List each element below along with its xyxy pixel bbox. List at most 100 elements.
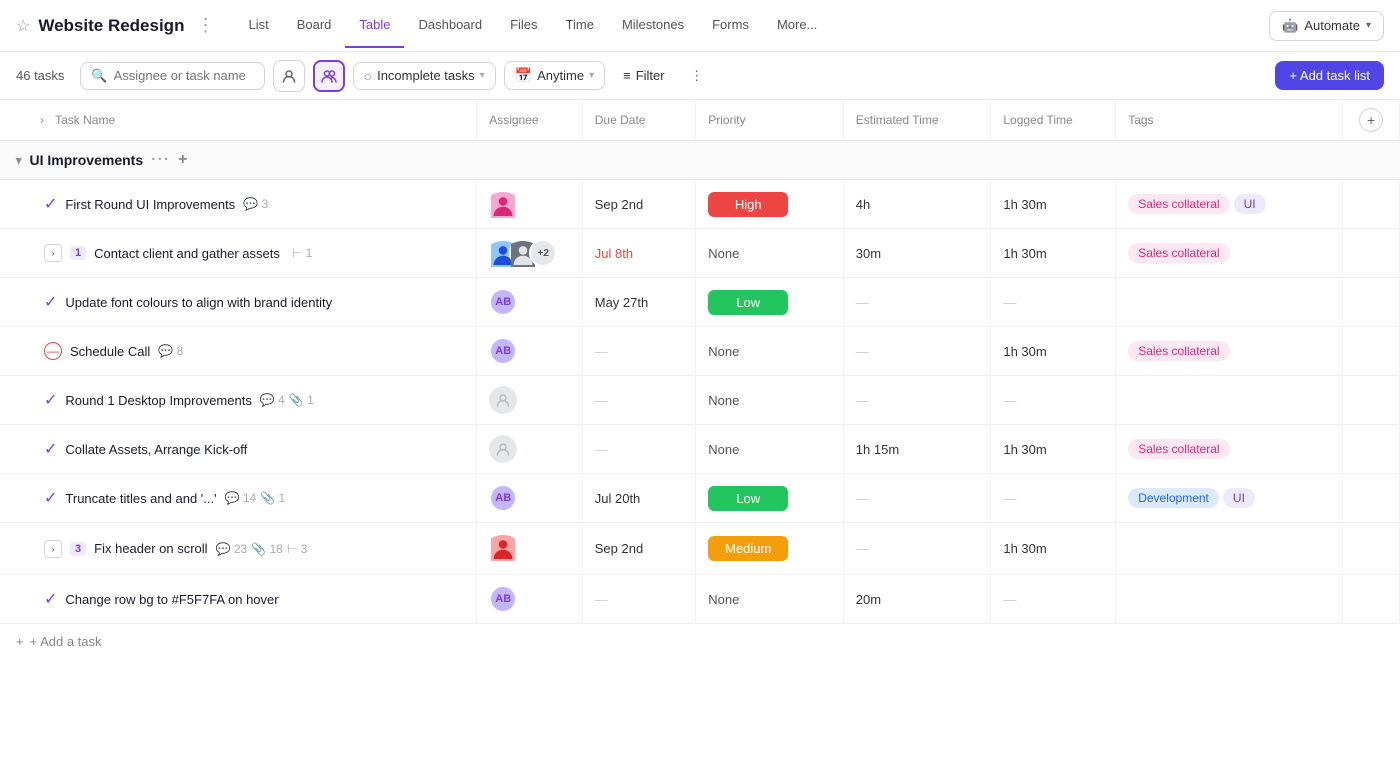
add-column-button[interactable]: + <box>1359 108 1383 132</box>
tags-cell: Sales collateral <box>1116 229 1343 278</box>
logged-time: 1h 30m <box>1003 541 1046 556</box>
col-header-assignee: Assignee <box>477 100 583 141</box>
col-header-tags: Tags <box>1116 100 1343 141</box>
tag: Sales collateral <box>1128 439 1229 459</box>
due-date-cell: — <box>582 575 696 624</box>
logged-time: 1h 30m <box>1003 197 1046 212</box>
tags-cell <box>1116 523 1343 575</box>
table-row: ✓ Round 1 Desktop Improvements 💬 4 📎 1 —… <box>0 376 1400 425</box>
task-name: Contact client and gather assets <box>94 246 280 261</box>
tab-forms[interactable]: Forms <box>698 3 763 48</box>
task-status-icon[interactable]: ✓ <box>44 488 57 508</box>
project-title: Website Redesign <box>38 16 184 36</box>
estimated-time-dash: — <box>856 295 869 310</box>
group-chevron-icon[interactable]: ▾ <box>16 154 22 167</box>
star-icon[interactable]: ☆ <box>16 16 30 36</box>
chevron-down-icon: ▾ <box>1366 20 1371 31</box>
priority-cell: None <box>696 229 844 278</box>
estimated-time-dash: — <box>856 344 869 359</box>
tag: Sales collateral <box>1128 341 1229 361</box>
priority-badge: Low <box>708 486 788 511</box>
comment-icon: 💬 4 <box>260 393 285 407</box>
task-status-icon[interactable]: ✓ <box>44 292 57 312</box>
tab-dashboard[interactable]: Dashboard <box>404 3 496 48</box>
automate-label: Automate <box>1304 18 1360 33</box>
search-box[interactable]: 🔍 <box>80 62 264 90</box>
column-header-row: › Task Name Assignee Due Date Priority E… <box>0 100 1400 141</box>
search-input[interactable] <box>114 68 254 83</box>
group-more-icon[interactable]: ··· <box>151 151 170 169</box>
due-date-dash: — <box>595 344 608 359</box>
task-name: Fix header on scroll <box>94 541 207 556</box>
est-time-cell: — <box>843 278 991 327</box>
task-name-cell: › 3 Fix header on scroll 💬 23 📎 18 ⊢ 3 <box>0 523 477 575</box>
filter-button[interactable]: ≡ Filter <box>613 63 674 88</box>
incomplete-tasks-filter[interactable]: ○ Incomplete tasks ▾ <box>353 62 496 90</box>
filter-icon: ≡ <box>623 68 631 83</box>
expand-subtasks-button[interactable]: › <box>44 540 62 558</box>
priority-cell: None <box>696 327 844 376</box>
task-name-cell: ✓ First Round UI Improvements 💬 3 <box>0 180 477 229</box>
tab-table[interactable]: Table <box>345 3 404 48</box>
assignee-single-button[interactable] <box>273 60 305 92</box>
task-status-icon[interactable]: ✓ <box>44 194 57 214</box>
task-status-icon[interactable]: — <box>44 342 62 360</box>
task-meta: 💬 3 <box>243 197 268 211</box>
tags-cell: Sales collateral UI <box>1116 180 1343 229</box>
est-time-cell: — <box>843 474 991 523</box>
assignee-group-button[interactable] <box>313 60 345 92</box>
tags-cell: Development UI <box>1116 474 1343 523</box>
tags-cell <box>1116 278 1343 327</box>
row-actions-cell <box>1343 474 1400 523</box>
attachment-icon: 📎 18 <box>251 542 283 556</box>
tags-cell: Sales collateral <box>1116 327 1343 376</box>
assignee-cell: AB <box>477 327 583 376</box>
due-date-cell: — <box>582 425 696 474</box>
more-options-button[interactable]: ⋮ <box>683 62 711 90</box>
logged-time-cell: — <box>991 474 1116 523</box>
avatar-overflow: +2 <box>529 239 557 267</box>
calendar-icon: 📅 <box>515 67 532 84</box>
priority-badge: High <box>708 192 788 217</box>
tab-time[interactable]: Time <box>552 3 608 48</box>
robot-icon: 🤖 <box>1282 18 1298 34</box>
task-name: First Round UI Improvements <box>65 197 235 212</box>
table-row: ✓ First Round UI Improvements 💬 3 Sep <box>0 180 1400 229</box>
estimated-time-dash: — <box>856 491 869 506</box>
comment-icon: 💬 14 <box>225 491 257 505</box>
incomplete-tasks-label: Incomplete tasks <box>377 68 475 83</box>
tab-list[interactable]: List <box>234 3 282 48</box>
task-name-cell: ✓ Round 1 Desktop Improvements 💬 4 📎 1 <box>0 376 477 425</box>
anytime-filter[interactable]: 📅 Anytime ▾ <box>504 61 605 90</box>
add-task-list-button[interactable]: + Add task list <box>1275 61 1384 90</box>
expand-col-icon[interactable]: › <box>40 113 44 127</box>
tab-files[interactable]: Files <box>496 3 551 48</box>
tab-board[interactable]: Board <box>283 3 346 48</box>
task-status-icon[interactable]: ✓ <box>44 589 57 609</box>
add-task-button[interactable]: + + Add a task <box>16 634 1384 649</box>
table-row: ✓ Change row bg to #F5F7FA on hover AB —… <box>0 575 1400 624</box>
task-name: Schedule Call <box>70 344 150 359</box>
priority-cell: None <box>696 376 844 425</box>
col-header-add[interactable]: + <box>1343 100 1400 141</box>
col-header-logged-time: Logged Time <box>991 100 1116 141</box>
subtask-count-badge: 1 <box>70 246 86 260</box>
automate-button[interactable]: 🤖 Automate ▾ <box>1269 11 1384 41</box>
priority-cell: High <box>696 180 844 229</box>
more-menu-icon[interactable]: ⋮ <box>196 15 214 36</box>
estimated-time: 30m <box>856 246 881 261</box>
task-status-icon[interactable]: ✓ <box>44 439 57 459</box>
priority-none: None <box>708 592 739 607</box>
task-status-icon[interactable]: ✓ <box>44 390 57 410</box>
tab-milestones[interactable]: Milestones <box>608 3 698 48</box>
tab-more[interactable]: More... <box>763 3 831 48</box>
task-name-cell: › 1 Contact client and gather assets ⊢ 1 <box>0 229 477 278</box>
expand-subtasks-button[interactable]: › <box>44 244 62 262</box>
task-meta: 💬 4 📎 1 <box>260 393 314 407</box>
estimated-time: 20m <box>856 592 881 607</box>
group-add-icon[interactable]: + <box>178 151 187 169</box>
task-name-cell: ✓ Truncate titles and and '...' 💬 14 📎 1 <box>0 474 477 523</box>
est-time-cell: — <box>843 327 991 376</box>
est-time-cell: — <box>843 523 991 575</box>
task-name: Collate Assets, Arrange Kick-off <box>65 442 247 457</box>
